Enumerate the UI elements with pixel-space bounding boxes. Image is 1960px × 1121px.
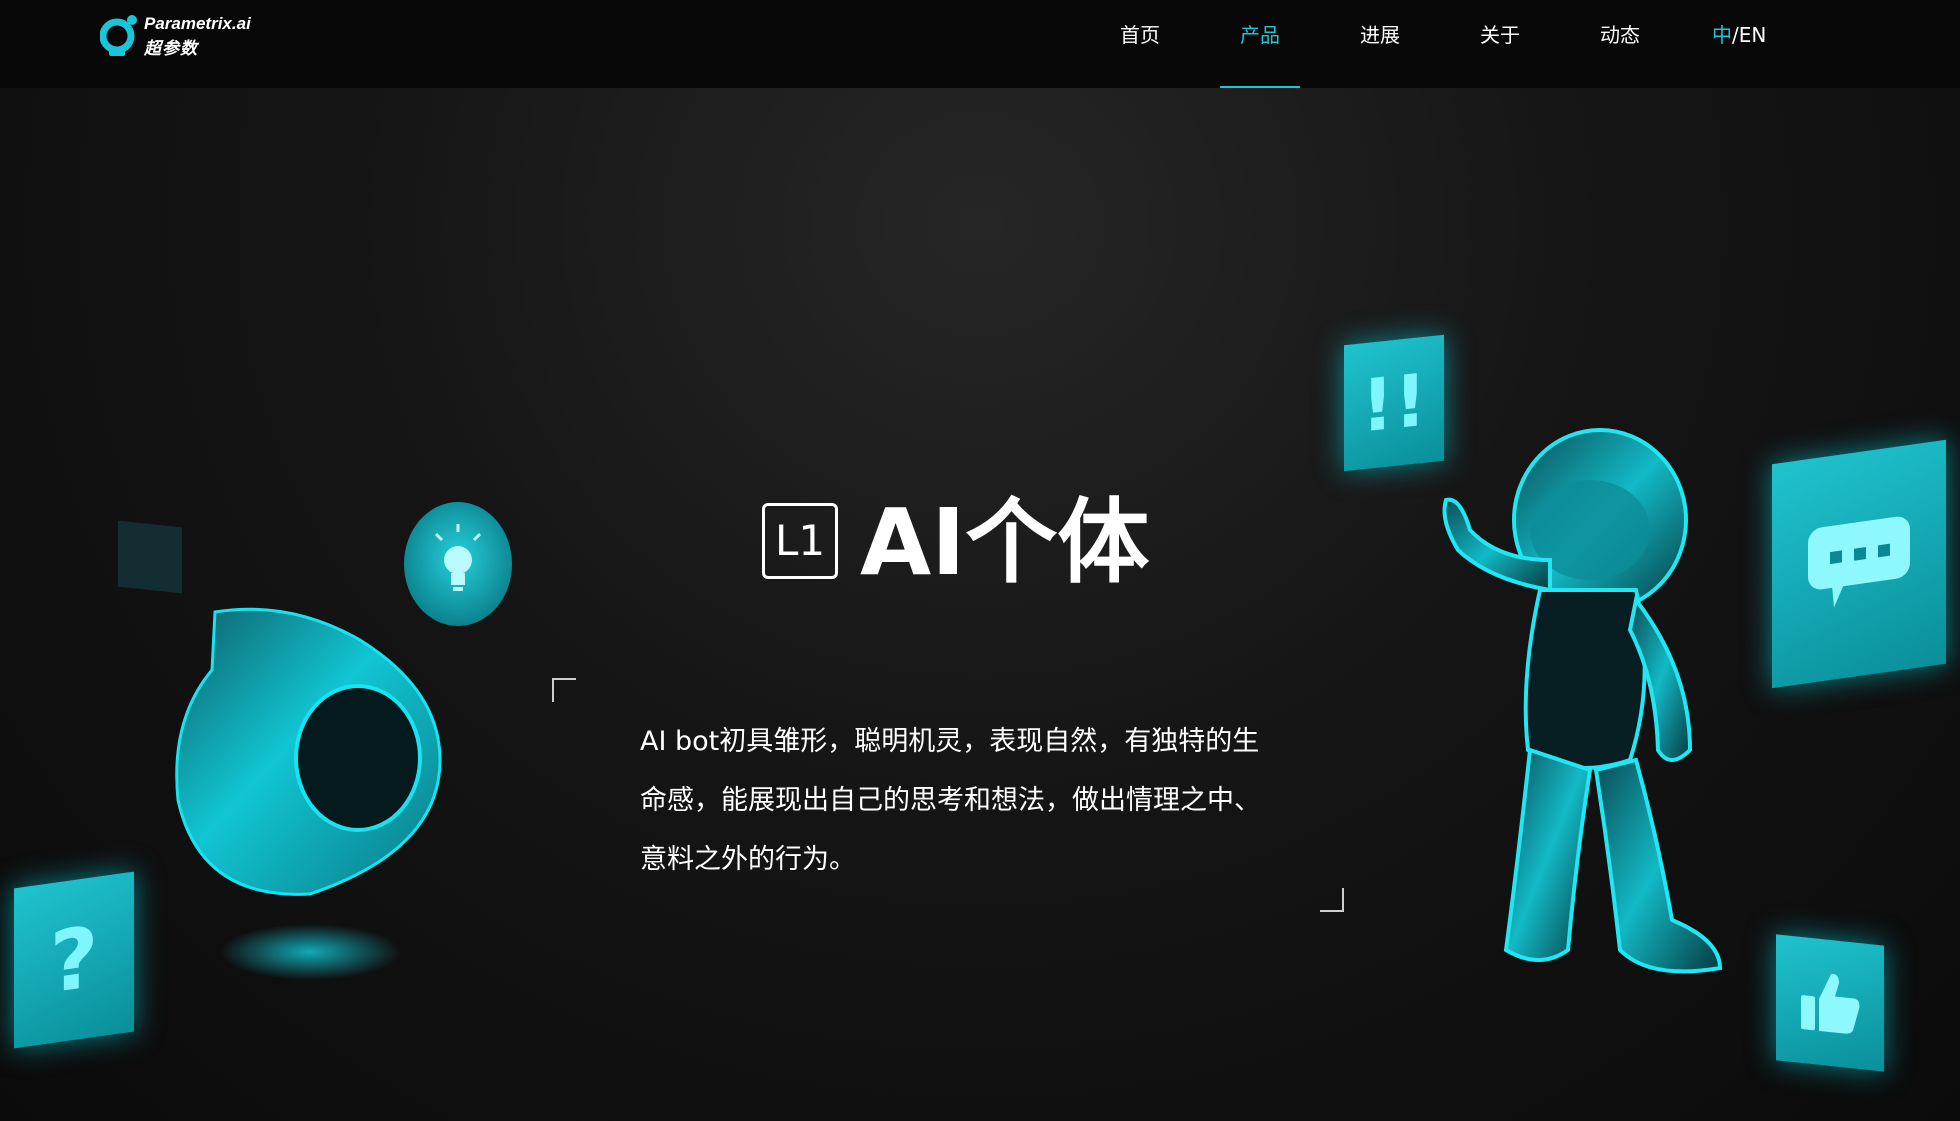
nav-item-label: 产品 — [1240, 23, 1280, 47]
thumbs-up-icon — [1776, 934, 1884, 1072]
active-tab-indicator — [1220, 86, 1300, 88]
thumbs-up-glyph — [1801, 973, 1860, 1034]
brand-name-cn: 超参数 — [144, 39, 198, 59]
page: Parametrix.ai 超参数 首页 产品 进展 关于 动态 中/EN ? … — [0, 0, 1960, 1121]
logo-icon — [100, 15, 137, 56]
nav-item-label: 动态 — [1600, 23, 1640, 47]
nav-item-news[interactable]: 动态 — [1580, 20, 1660, 88]
decorative-tile — [118, 520, 182, 594]
nav-item-label: 首页 — [1120, 23, 1160, 47]
swirl-orb-art — [175, 607, 442, 980]
nav-item-label: 关于 — [1480, 23, 1520, 47]
language-switch[interactable]: 中/EN — [1712, 20, 1792, 50]
nav-item-progress[interactable]: 进展 — [1340, 20, 1420, 88]
nav-item-about[interactable]: 关于 — [1460, 20, 1540, 88]
corner-bracket-bottom-right — [1320, 888, 1344, 912]
robot-character-art — [1442, 428, 1723, 974]
brand-logo[interactable]: Parametrix.ai 超参数 — [100, 10, 270, 60]
hero-description: AI bot初具雏形，聪明机灵，表现自然，有独特的生命感，能展现出自己的思考和想… — [640, 726, 1261, 875]
brand-name-en: Parametrix.ai — [144, 14, 251, 33]
chat-bubble-glyph — [1808, 516, 1910, 608]
lang-option-cn[interactable]: 中 — [1712, 23, 1732, 47]
nav-item-products[interactable]: 产品 — [1220, 20, 1300, 88]
page-title: AI个体 — [860, 489, 1150, 596]
chat-bubble-icon — [1772, 439, 1946, 689]
nav-item-home[interactable]: 首页 — [1100, 20, 1180, 88]
nav-item-label: 进展 — [1360, 23, 1400, 47]
level-badge: L1 — [762, 503, 838, 579]
top-navbar: Parametrix.ai 超参数 首页 产品 进展 关于 动态 中/EN — [0, 0, 1960, 88]
question-icon: ? — [14, 871, 134, 1049]
lang-option-en[interactable]: /EN — [1732, 23, 1766, 47]
corner-bracket-top-left — [552, 678, 576, 702]
